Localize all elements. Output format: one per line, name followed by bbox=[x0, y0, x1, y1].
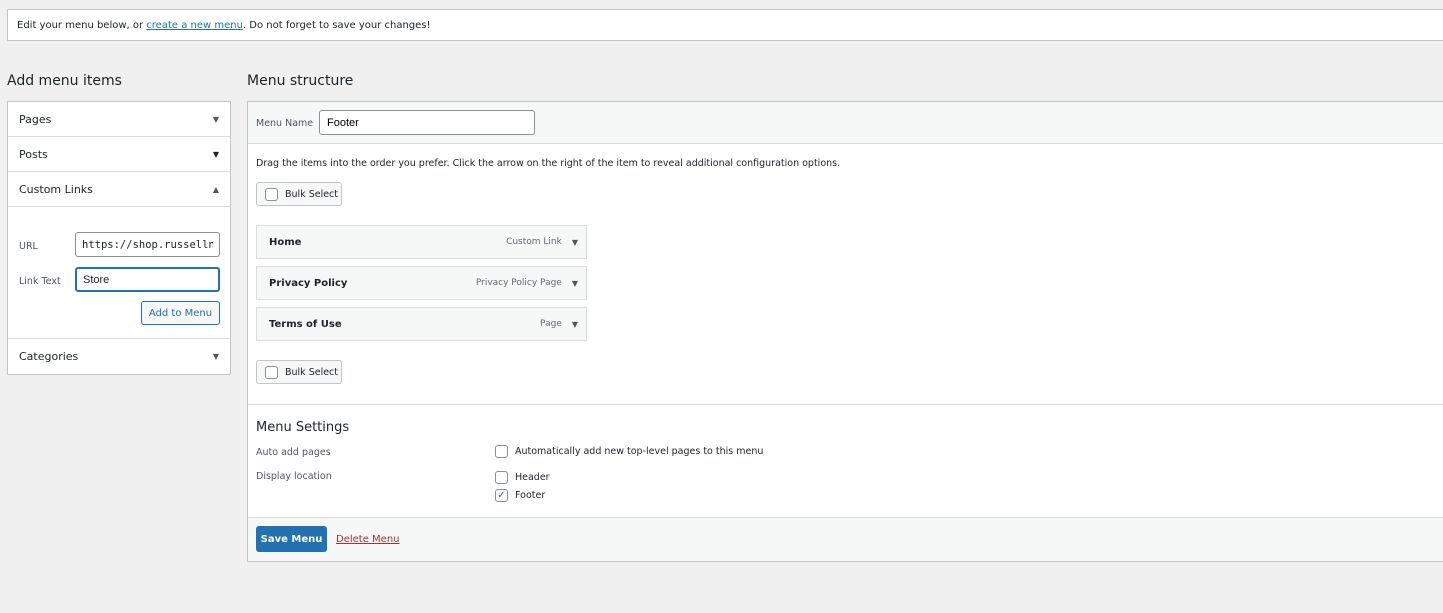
menu-item-type: Custom Link bbox=[506, 237, 562, 247]
chevron-down-icon: ▼ bbox=[212, 149, 219, 159]
menu-structure-panel: Menu Name Drag the items into the order … bbox=[247, 101, 1443, 562]
accordion-pages-label: Pages bbox=[19, 112, 52, 126]
menu-name-bar: Menu Name bbox=[248, 102, 1443, 144]
accordion-custom-links-label: Custom Links bbox=[19, 182, 93, 196]
menu-item[interactable]: Home Custom Link ▼ bbox=[256, 225, 587, 259]
footer-location-checkbox[interactable]: ✓ bbox=[495, 489, 508, 502]
auto-add-checkbox[interactable] bbox=[495, 445, 508, 458]
divider bbox=[248, 404, 1443, 405]
url-input[interactable] bbox=[75, 232, 220, 257]
menu-item[interactable]: Privacy Policy Privacy Policy Page ▼ bbox=[256, 266, 587, 300]
accordion-categories[interactable]: Categories ▼ bbox=[8, 339, 230, 374]
auto-add-option[interactable]: Automatically add new top-level pages to… bbox=[495, 445, 763, 458]
menu-item-type: Page bbox=[540, 319, 562, 329]
menu-item[interactable]: Terms of Use Page ▼ bbox=[256, 307, 587, 341]
link-text-input[interactable] bbox=[75, 267, 220, 292]
display-location-label: Display location bbox=[256, 471, 332, 482]
link-text-label: Link Text bbox=[19, 276, 61, 287]
delete-menu-link[interactable]: Delete Menu bbox=[336, 534, 400, 545]
add-to-menu-button[interactable]: Add to Menu bbox=[141, 301, 220, 325]
menu-name-input[interactable] bbox=[319, 110, 535, 135]
location-footer-label: Footer bbox=[515, 490, 546, 501]
checkbox-icon[interactable] bbox=[265, 187, 278, 201]
accordion-custom-links[interactable]: Custom Links ▲ bbox=[8, 172, 230, 207]
chevron-down-icon[interactable]: ▼ bbox=[572, 320, 578, 329]
chevron-down-icon[interactable]: ▼ bbox=[572, 279, 578, 288]
chevron-up-icon: ▲ bbox=[212, 184, 219, 194]
location-footer-option[interactable]: ✓ Footer bbox=[495, 489, 545, 502]
auto-add-option-label: Automatically add new top-level pages to… bbox=[515, 446, 764, 457]
bulk-select-bottom[interactable]: Bulk Select bbox=[256, 360, 342, 384]
notice-bar: Edit your menu below, or create a new me… bbox=[7, 9, 1443, 41]
create-new-menu-link[interactable]: create a new menu bbox=[146, 20, 243, 31]
custom-links-panel: URL Link Text Add to Menu bbox=[8, 207, 230, 339]
checkbox-icon[interactable] bbox=[265, 365, 278, 379]
url-label: URL bbox=[19, 241, 38, 252]
menu-structure-heading: Menu structure bbox=[247, 73, 354, 89]
menu-item-title: Home bbox=[269, 236, 302, 248]
accordion-posts-label: Posts bbox=[19, 147, 48, 161]
accordion-pages[interactable]: Pages ▼ bbox=[8, 102, 230, 137]
add-menu-items-heading: Add menu items bbox=[7, 73, 122, 89]
location-header-label: Header bbox=[515, 472, 550, 483]
header-location-checkbox[interactable] bbox=[495, 471, 508, 484]
add-menu-items-accordion: Pages ▼ Posts ▼ Custom Links ▲ URL Link … bbox=[7, 101, 231, 375]
accordion-posts[interactable]: Posts ▼ bbox=[8, 137, 230, 172]
notice-suffix: . Do not forget to save your changes! bbox=[242, 20, 431, 31]
accordion-categories-label: Categories bbox=[19, 350, 79, 363]
menu-name-label: Menu Name bbox=[256, 118, 314, 129]
chevron-down-icon[interactable]: ▼ bbox=[572, 238, 578, 247]
menu-item-title: Terms of Use bbox=[269, 318, 342, 330]
menu-item-title: Privacy Policy bbox=[269, 277, 348, 289]
chevron-down-icon: ▼ bbox=[212, 352, 219, 361]
drag-instructions: Drag the items into the order you prefer… bbox=[256, 158, 841, 169]
bulk-select-label: Bulk Select bbox=[285, 366, 339, 378]
save-menu-button[interactable]: Save Menu bbox=[256, 526, 327, 552]
menu-settings-heading: Menu Settings bbox=[256, 420, 350, 435]
bulk-select-label: Bulk Select bbox=[285, 188, 339, 200]
chevron-down-icon: ▼ bbox=[212, 114, 219, 124]
notice-prefix: Edit your menu below, or bbox=[17, 20, 147, 31]
location-header-option[interactable]: Header bbox=[495, 471, 550, 484]
bulk-select-top[interactable]: Bulk Select bbox=[256, 182, 342, 206]
auto-add-label: Auto add pages bbox=[256, 447, 331, 458]
menu-actions-bar: Save Menu Delete Menu bbox=[248, 517, 1443, 561]
menu-item-type: Privacy Policy Page bbox=[475, 278, 562, 288]
